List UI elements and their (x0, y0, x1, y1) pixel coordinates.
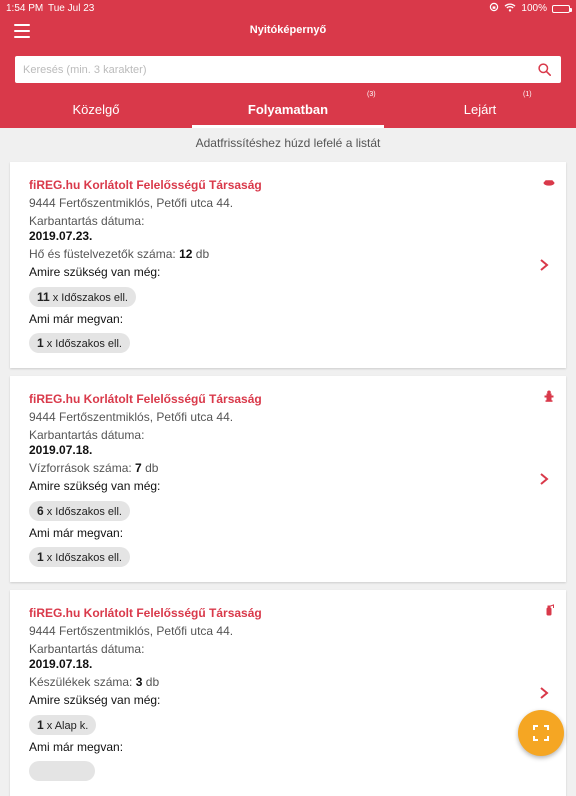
hydrant-icon (543, 389, 555, 402)
maintenance-date-label: Karbantartás dátuma: (29, 428, 145, 442)
battery-icon (552, 4, 572, 13)
have-label: Ami már megvan: (29, 740, 124, 754)
device-count-label: Készülékek száma: (29, 675, 133, 689)
scan-icon (533, 725, 549, 741)
device-count: Vízforrások száma: 7 db (29, 461, 158, 475)
needed-qty: 1 (37, 718, 44, 732)
tab-in-progress-count: (3) (367, 91, 376, 98)
device-count-value: 12 (179, 247, 193, 261)
company-name: fiREG.hu Korlátolt Felelősségű Társaság (29, 392, 262, 406)
needed-text: x Időszakos ell. (52, 292, 128, 304)
maintenance-card[interactable]: fiREG.hu Korlátolt Felelősségű Társaság … (10, 590, 566, 796)
search-icon[interactable] (538, 63, 551, 76)
have-chip: 1 x Időszakos ell. (29, 333, 130, 353)
status-date: Tue Jul 23 (48, 3, 95, 14)
smoke-vent-icon (543, 175, 555, 187)
have-chip (29, 761, 95, 781)
battery-percent: 100% (521, 3, 547, 14)
device-count: Hő és füstelvezetők száma: 12 db (29, 247, 209, 261)
tab-in-progress-label: Folyamatban (247, 102, 329, 117)
needed-label: Amire szükség van még: (29, 693, 161, 707)
app-header: 1:54 PM Tue Jul 23 100% Nyitóképernyő Kö… (0, 0, 576, 128)
device-count-label: Vízforrások száma: (29, 461, 132, 475)
have-text: x Időszakos ell. (46, 552, 122, 564)
needed-text: x Időszakos ell. (46, 506, 122, 518)
tab-bar: Közelgő Folyamatban (3) Lejárt (1) (0, 90, 576, 128)
have-label: Ami már megvan: (29, 312, 124, 326)
tab-in-progress[interactable]: Folyamatban (3) (192, 90, 384, 128)
tab-upcoming[interactable]: Közelgő (0, 90, 192, 128)
chevron-right-icon[interactable] (539, 258, 549, 272)
tab-expired-label: Lejárt (463, 102, 497, 117)
needed-qty: 11 (37, 290, 50, 304)
rotation-lock-icon (489, 2, 499, 15)
device-count-value: 3 (135, 675, 143, 689)
tab-expired-count: (1) (523, 91, 532, 98)
needed-text: x Alap k. (46, 720, 89, 732)
address: 9444 Fertőszentmiklós, Petőfi utca 44. (29, 410, 234, 424)
have-text: x Időszakos ell. (46, 338, 122, 350)
needed-chip: 6 x Időszakos ell. (29, 501, 130, 521)
tab-expired[interactable]: Lejárt (1) (384, 90, 576, 128)
needed-label: Amire szükség van még: (29, 265, 161, 279)
active-tab-indicator (192, 125, 384, 128)
device-count-unit: db (195, 247, 210, 261)
pull-to-refresh-hint: Adatfrissítéshez húzd lefelé a listát (195, 136, 381, 150)
status-right: 100% (489, 2, 572, 15)
fire-extinguisher-icon (543, 603, 555, 616)
address: 9444 Fertőszentmiklós, Petőfi utca 44. (29, 624, 234, 638)
tab-upcoming-label: Közelgő (72, 102, 120, 117)
have-chip: 1 x Időszakos ell. (29, 547, 130, 567)
device-count-unit: db (145, 675, 160, 689)
page-title: Nyitóképernyő (249, 24, 327, 36)
wifi-icon (504, 2, 516, 15)
maintenance-card[interactable]: fiREG.hu Korlátolt Felelősségű Társaság … (10, 376, 566, 582)
have-qty: 1 (37, 336, 44, 350)
device-count: Készülékek száma: 3 db (29, 675, 159, 689)
maintenance-date-label: Karbantartás dátuma: (29, 642, 145, 656)
maintenance-date: 2019.07.18. (29, 657, 93, 671)
needed-chip: 1 x Alap k. (29, 715, 97, 735)
status-bar: 1:54 PM Tue Jul 23 100% (0, 0, 576, 16)
status-time: 1:54 PM (6, 3, 44, 14)
search-bar (15, 56, 561, 83)
company-name: fiREG.hu Korlátolt Felelősségű Társaság (29, 606, 262, 620)
maintenance-date: 2019.07.18. (29, 443, 93, 457)
needed-label: Amire szükség van még: (29, 479, 161, 493)
needed-qty: 6 (37, 504, 44, 518)
needed-chip: 11 x Időszakos ell. (29, 287, 136, 307)
maintenance-date: 2019.07.23. (29, 229, 93, 243)
device-count-unit: db (145, 461, 159, 475)
search-input[interactable] (23, 56, 523, 83)
have-label: Ami már megvan: (29, 526, 124, 540)
device-count-value: 7 (135, 461, 142, 475)
maintenance-date-label: Karbantartás dátuma: (29, 214, 145, 228)
chevron-right-icon[interactable] (539, 686, 549, 700)
chevron-right-icon[interactable] (539, 472, 549, 486)
device-count-label: Hő és füstelvezetők száma: (29, 247, 176, 261)
have-qty: 1 (37, 550, 44, 564)
scan-fab-button[interactable] (518, 710, 564, 756)
maintenance-card[interactable]: fiREG.hu Korlátolt Felelősségű Társaság … (10, 162, 566, 368)
address: 9444 Fertőszentmiklós, Petőfi utca 44. (29, 196, 234, 210)
company-name: fiREG.hu Korlátolt Felelősségű Társaság (29, 178, 262, 192)
